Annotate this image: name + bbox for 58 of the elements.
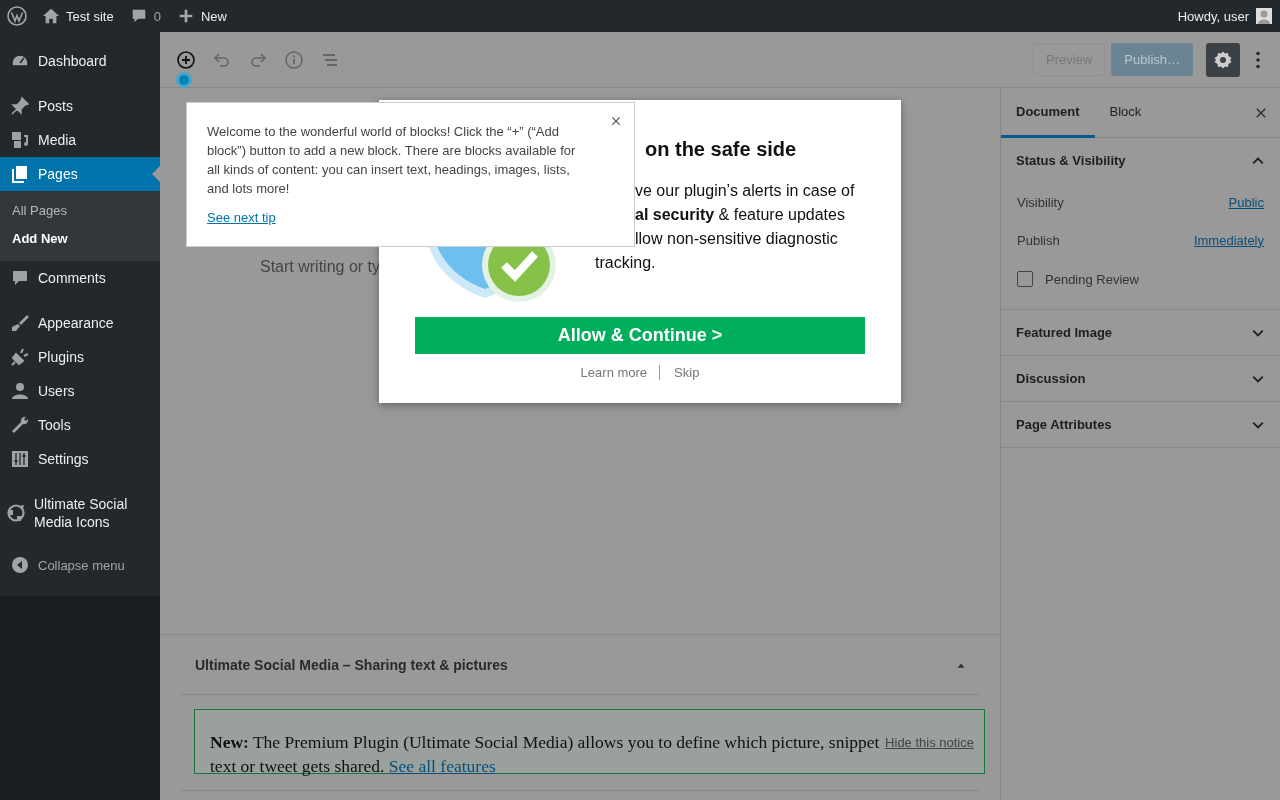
menu-item[interactable]: Ultimate Social Media Icons — [0, 487, 160, 539]
greeting-link[interactable]: Howdy, user — [1177, 8, 1249, 24]
modal-link[interactable]: Learn more — [568, 365, 660, 380]
menu-item[interactable]: Posts — [0, 89, 160, 123]
panel-header[interactable]: Discussion — [1001, 356, 1280, 401]
menu-item[interactable]: Dashboard — [0, 44, 160, 78]
menu-item[interactable]: Pages — [0, 157, 160, 191]
setting-link[interactable]: Public — [1228, 194, 1264, 210]
setting-link[interactable]: Immediately — [1193, 232, 1264, 248]
hide-notice-link[interactable]: Hide this notice — [885, 731, 974, 755]
panel-header[interactable]: Status & Visibility — [1001, 138, 1280, 183]
modal-text: ve our plugin’s alerts in case of al security & feature updates llow non-sensitive diagnostic tracking. — [595, 181, 856, 273]
pages-icon — [10, 164, 30, 184]
close-icon[interactable] — [610, 115, 622, 127]
menu-item[interactable]: Settings — [0, 442, 160, 476]
modal-heading: on the safe side — [645, 138, 798, 162]
logo-icon[interactable] — [7, 6, 27, 26]
notice-text: New: The Premium Plugin (Ultimate Social Media) allows you to define which picture, snippet text or tweet gets shared. See all features — [210, 732, 880, 776]
settings-button[interactable] — [1206, 42, 1240, 77]
next-tip-link[interactable]: See next tip — [207, 210, 276, 225]
new-link[interactable]: New — [200, 8, 227, 24]
media-icon — [10, 130, 30, 150]
menu-item[interactable]: Tools — [0, 408, 160, 442]
panel-header[interactable]: Page Attributes — [1001, 402, 1280, 447]
sidebar-tab[interactable]: Document — [1001, 88, 1095, 138]
pin-icon — [10, 96, 30, 116]
menu-item[interactable]: Comments — [0, 261, 160, 295]
setting-label: Visibility — [1017, 194, 1064, 210]
sidebar-tab[interactable]: Block — [1094, 88, 1157, 138]
comment-icon — [10, 268, 30, 288]
placeholder-text: Start writing or ty — [260, 258, 381, 275]
setting-label: Publish — [1017, 232, 1060, 248]
plug-icon — [10, 347, 30, 367]
checkbox[interactable] — [1017, 271, 1033, 287]
wrench-icon — [10, 415, 30, 435]
menu-item[interactable]: Plugins — [0, 340, 160, 374]
menu-item[interactable]: Users — [0, 374, 160, 408]
menu-item[interactable]: Appearance — [0, 306, 160, 340]
user-icon — [10, 381, 30, 401]
tip-text: Welcome to the wonderful world of blocks! Click the “+” (“Add block”) button to add a new block. There are blocks available for all kinds of content: you can insert text, headings, images, lists, and lots more! — [207, 123, 577, 198]
checkbox-label: Pending Review — [1045, 271, 1139, 287]
features-link[interactable]: See all features — [388, 756, 496, 776]
close-icon[interactable] — [1254, 105, 1268, 120]
gear-icon — [1213, 49, 1233, 70]
brush-icon — [10, 313, 30, 333]
panel-header[interactable]: Featured Image — [1001, 310, 1280, 355]
site-name-link[interactable]: Test site — [66, 8, 114, 24]
home-icon — [42, 7, 60, 25]
meta-box-title: Ultimate Social Media – Sharing text & pictures — [195, 656, 508, 673]
collapse-menu-button[interactable]: Collapse menu — [0, 550, 160, 580]
collapse-icon — [10, 555, 30, 575]
submenu-item[interactable]: All Pages — [0, 197, 160, 225]
modal-link[interactable]: Skip — [659, 365, 712, 380]
comment-count[interactable]: 0 — [153, 8, 161, 24]
menu-item[interactable]: Media — [0, 123, 160, 157]
submenu-item[interactable]: Add New — [0, 225, 160, 253]
sliders-icon — [10, 449, 30, 469]
add-block-icon[interactable] — [176, 49, 196, 70]
